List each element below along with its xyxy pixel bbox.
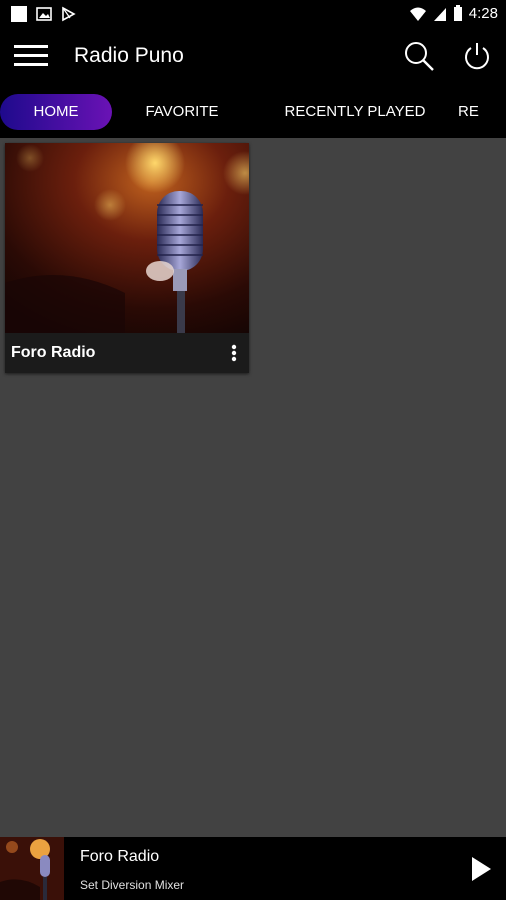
battery-icon [453, 5, 462, 21]
wifi-icon [409, 7, 426, 21]
tab-home[interactable]: HOME [0, 93, 112, 130]
player-title: Foro Radio [80, 847, 160, 865]
signal-icon [433, 7, 446, 21]
tab-recent-partial[interactable]: RE [458, 94, 506, 130]
hamburger-menu-icon[interactable] [0, 27, 62, 85]
player-text: Foro Radio Set Diversion Mixer [80, 846, 456, 892]
station-card-footer: Foro Radio [5, 333, 249, 373]
app-toolbar: Radio Puno [0, 27, 506, 85]
player-subtitle: Set Diversion Mixer [80, 877, 185, 892]
mini-player[interactable]: Foro Radio Set Diversion Mixer [0, 837, 506, 900]
status-bar: 4:28 [0, 0, 506, 27]
search-icon[interactable] [390, 27, 448, 85]
status-left [10, 5, 76, 23]
tab-bar: HOME FAVORITE RECENTLY PLAYED RE [0, 85, 506, 138]
tab-favorite[interactable]: FAVORITE [112, 94, 252, 130]
status-time: 4:28 [468, 5, 498, 22]
play-store-icon [62, 6, 76, 21]
station-thumbnail-microphone [5, 143, 249, 333]
notification-square-icon [11, 5, 27, 22]
app-title: Radio Puno [74, 44, 184, 67]
image-icon [36, 6, 52, 21]
power-icon[interactable] [448, 27, 506, 85]
more-options-icon[interactable] [231, 344, 237, 362]
station-name: Foro Radio [11, 344, 96, 361]
station-card[interactable]: Foro Radio [5, 143, 249, 373]
tab-recently-played[interactable]: RECENTLY PLAYED [252, 94, 458, 130]
play-icon[interactable] [456, 837, 506, 900]
status-right: 4:28 [409, 5, 498, 22]
player-thumbnail-microphone [0, 837, 64, 900]
